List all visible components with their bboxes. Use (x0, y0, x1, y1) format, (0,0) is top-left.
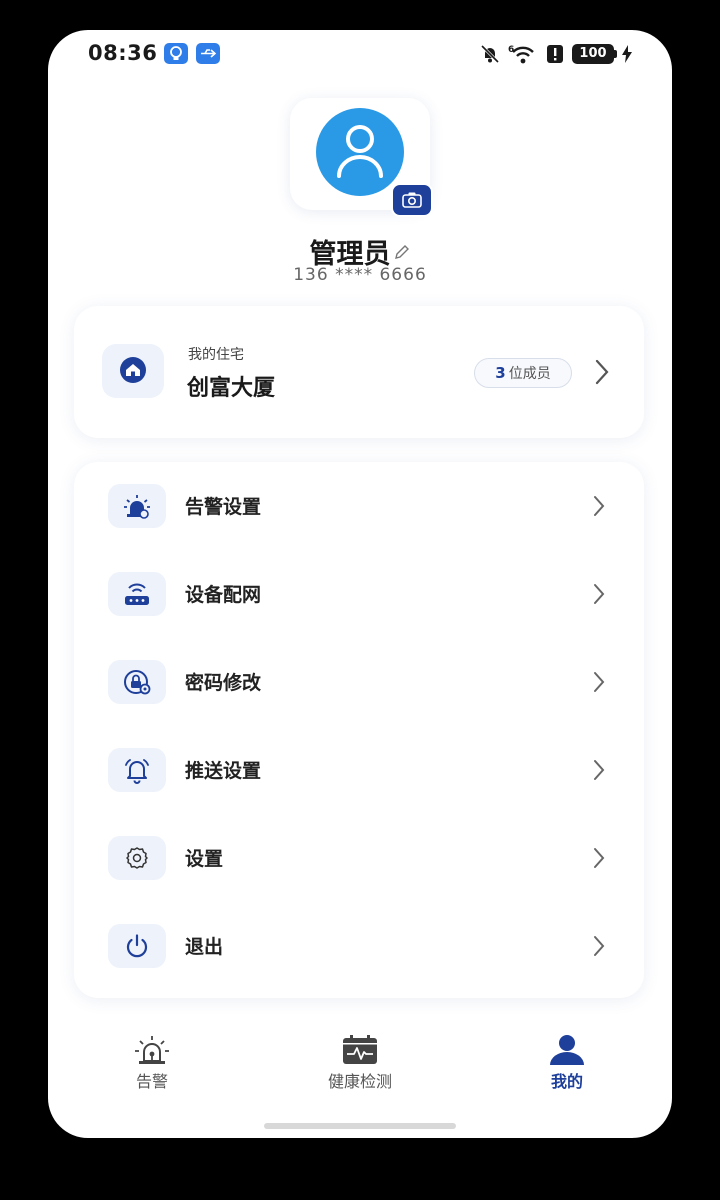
bottom-nav: 告警 健康检测 我的 (48, 1026, 672, 1106)
alarm-light-icon (108, 484, 166, 528)
alert-icon (547, 45, 563, 63)
power-icon (108, 924, 166, 968)
chevron-right-icon (594, 760, 605, 780)
menu-label: 密码修改 (185, 672, 262, 694)
menu-item-change-password[interactable]: 密码修改 (74, 638, 644, 726)
menu-item-push-settings[interactable]: 推送设置 (74, 726, 644, 814)
chevron-right-icon (594, 936, 605, 956)
edit-pencil-icon[interactable] (393, 243, 411, 261)
menu-label: 退出 (185, 936, 224, 958)
menu-label: 推送设置 (185, 760, 262, 782)
health-calendar-icon (343, 1035, 377, 1064)
wifi-6-icon: 6 (508, 45, 534, 64)
lock-gear-icon (108, 660, 166, 704)
home-icon (102, 344, 164, 398)
member-count-badge[interactable]: 3 位成员 (474, 358, 572, 388)
alarm-light-icon (135, 1036, 169, 1064)
menu-item-alarm-settings[interactable]: 告警设置 (74, 462, 644, 550)
chevron-right-icon (594, 496, 605, 516)
member-count: 3 (495, 364, 506, 382)
bell-icon (108, 748, 166, 792)
mute-icon (480, 44, 500, 64)
nav-tab-alarm[interactable]: 告警 (82, 1034, 222, 1092)
battery-icon: 100 (572, 44, 617, 64)
menu-label: 设置 (185, 848, 224, 870)
chevron-right-icon (595, 359, 609, 385)
phone-number: 136 **** 6666 (293, 265, 427, 285)
charging-icon (622, 45, 632, 63)
chevron-right-icon (594, 672, 605, 692)
phone-screen: 08:36 6 100 管理员 136 **** 6666 我的住宅 创富大厦 … (48, 30, 672, 1138)
menu-item-settings[interactable]: 设置 (74, 814, 644, 902)
status-bar: 08:36 6 100 (48, 30, 672, 78)
gear-icon (108, 836, 166, 880)
chevron-right-icon (594, 848, 605, 868)
residence-card[interactable]: 我的住宅 创富大厦 3 位成员 (74, 306, 644, 438)
menu-label: 设备配网 (185, 584, 262, 606)
change-avatar-button[interactable] (391, 183, 433, 217)
menu-label: 告警设置 (185, 496, 262, 518)
nav-tab-health-check[interactable]: 健康检测 (290, 1034, 430, 1092)
camera-icon (402, 192, 422, 208)
svg-text:6: 6 (508, 45, 514, 55)
status-time: 08:36 (88, 41, 158, 65)
lightbulb-icon (164, 43, 188, 64)
person-icon (550, 1035, 584, 1065)
member-suffix: 位成员 (508, 366, 551, 382)
residence-name: 创富大厦 (187, 376, 276, 401)
nav-label: 告警 (135, 1072, 168, 1091)
nav-label: 我的 (550, 1072, 583, 1091)
residence-label: 我的住宅 (188, 347, 244, 363)
router-icon (108, 572, 166, 616)
nav-tab-mine[interactable]: 我的 (497, 1034, 637, 1092)
settings-menu: 告警设置 设备配网 密码修改 推送设置 设置 退出 (74, 462, 644, 998)
menu-item-logout[interactable]: 退出 (74, 902, 644, 990)
status-icons: 6 100 (480, 42, 632, 66)
home-indicator[interactable] (264, 1123, 456, 1129)
avatar-icon (316, 108, 404, 196)
nav-label: 健康检测 (327, 1072, 392, 1091)
menu-item-device-network[interactable]: 设备配网 (74, 550, 644, 638)
usb-icon (196, 43, 220, 64)
chevron-right-icon (594, 584, 605, 604)
